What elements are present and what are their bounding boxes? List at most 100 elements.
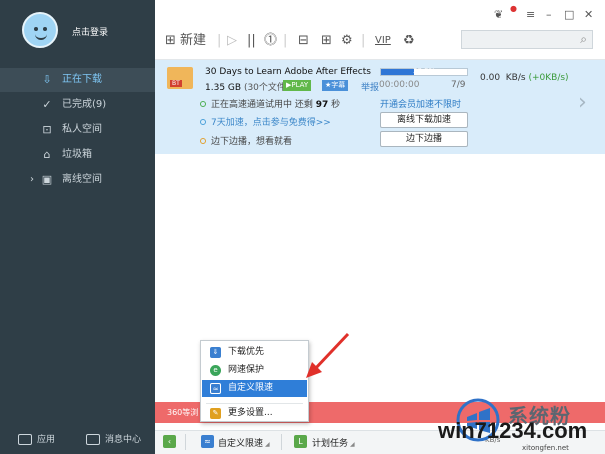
menu-item-label: 下载优先: [228, 347, 265, 357]
sidebar-item-private-space[interactable]: ⊡ 私人空间: [0, 118, 155, 142]
menu-item-label: 自定义限速: [228, 383, 274, 393]
shield-icon: e: [210, 365, 221, 376]
avatar-eye-icon: [34, 27, 38, 31]
schedule-task-button[interactable]: 计划任务 ◢: [312, 436, 355, 449]
trial-seconds: 97: [315, 100, 329, 110]
play-hint-text: 边下边播，想看就看: [211, 137, 293, 147]
play-while-download-button[interactable]: 边下边播: [380, 131, 468, 147]
sidebar-item-label: 已完成(9): [62, 99, 107, 110]
task-size: 1.35 GB (30个文件): [205, 80, 289, 93]
trial-text: 正在高速通道试用中 还剩: [211, 100, 316, 110]
status-divider: [185, 434, 186, 450]
limit-speed-icon: ≈: [201, 435, 214, 448]
limit-speed-icon: ≈: [210, 383, 221, 394]
report-link[interactable]: 举报: [361, 80, 379, 93]
vip-speedup-link[interactable]: 开通会员加速不限时: [380, 97, 461, 110]
search-icon[interactable]: ⌕: [580, 32, 587, 47]
menu-item-download-priority[interactable]: ⇓ 下载优先: [202, 344, 307, 361]
sidebar: 点击登录 ⇩ 正在下载 ✓ 已完成(9) ⊡ 私人空间 ⌂ 垃圾箱 › ▣ 离线…: [0, 0, 155, 454]
status-dot-icon: [200, 101, 206, 107]
new-task-label: 新建: [180, 33, 207, 48]
notice-text: 360等浏: [167, 408, 199, 417]
limit-speed-label: 自定义限速: [218, 439, 264, 449]
menu-item-label: 网速保护: [228, 365, 265, 375]
open-folder-icon[interactable]: ⊟: [298, 30, 309, 52]
search-input[interactable]: ⌕: [461, 30, 593, 49]
speed-boost: (+0KB/s): [528, 73, 569, 83]
message-icon: [86, 434, 100, 445]
menu-item-network-protect[interactable]: e 网速保护: [202, 362, 307, 379]
offline-speedup-button[interactable]: 离线下载加速: [380, 112, 468, 128]
collapse-icon[interactable]: ‹: [163, 435, 176, 448]
status-dot-icon: [200, 119, 206, 125]
download-task-row[interactable]: BT 30 Days to Learn Adobe After Effects …: [155, 60, 605, 154]
menu-icon[interactable]: ≡: [526, 8, 535, 21]
trash-icon: ⌂: [43, 148, 51, 161]
status-dot-icon: [200, 138, 206, 144]
avatar[interactable]: [22, 12, 58, 48]
schedule-task-label: 计划任务: [312, 439, 349, 449]
sidebar-item-offline-space[interactable]: › ▣ 离线空间: [0, 168, 155, 192]
sidebar-footer: 应用 消息中心: [0, 424, 155, 454]
pause-icon[interactable]: ||: [247, 30, 256, 52]
limit-speed-button[interactable]: 自定义限速 ◢: [218, 436, 270, 449]
toolbar-divider: |: [361, 33, 366, 48]
play-tag[interactable]: ▶PLAY: [283, 80, 312, 91]
watermark-net: xitongfen.net: [522, 444, 569, 452]
skin-icon[interactable]: ❦: [494, 8, 503, 21]
wrench-icon: ✎: [210, 408, 221, 419]
download-icon: ⇩: [42, 73, 52, 86]
minimize-icon[interactable]: –: [546, 8, 552, 21]
menu-item-custom-limit[interactable]: ≈ 自定义限速: [202, 380, 307, 397]
vip-button[interactable]: VIP: [375, 30, 391, 52]
elapsed-time: 00:00:00: [379, 80, 420, 90]
trial-unit: 秒: [328, 100, 341, 110]
annotation-arrow-icon: [306, 332, 350, 378]
login-link[interactable]: 点击登录: [72, 25, 108, 38]
sidebar-item-completed[interactable]: ✓ 已完成(9): [0, 93, 155, 117]
download-speed: 0.00 KB/s (+0KB/s): [480, 73, 569, 83]
close-icon[interactable]: ✕: [584, 8, 593, 21]
delete-icon[interactable]: ⓵: [264, 30, 277, 52]
new-task-button[interactable]: ⊞ 新建: [165, 30, 206, 52]
chevron-right-icon[interactable]: ›: [30, 168, 34, 192]
grid-view-icon[interactable]: ⊞: [321, 30, 332, 52]
progress-percent: 38.9%: [413, 67, 436, 75]
menu-divider: [206, 403, 303, 404]
check-circle-icon: ✓: [42, 98, 52, 111]
maximize-icon[interactable]: □: [564, 8, 574, 21]
apps-icon: [18, 434, 32, 445]
progress-fill: [381, 69, 415, 75]
trial-status: 正在高速通道试用中 还剩 97 秒: [200, 97, 340, 110]
promo-link[interactable]: 7天加速，点击参与免费得>>: [200, 115, 331, 128]
toolbar: ❦ ● ≡ – □ ✕ ⊞ 新建 | ▷ || ⓵ | ⊟ ⊞ ⚙ | VIP …: [155, 0, 605, 60]
task-size-value: 1.35 GB: [205, 83, 242, 93]
cloud-folder-icon: ▣: [41, 173, 53, 186]
promo-text: 7天加速，点击参与免费得>>: [211, 118, 331, 128]
watermark-url: win71234.com: [438, 418, 588, 443]
new-task-icon: ⊞: [165, 33, 176, 48]
sidebar-item-downloading[interactable]: ⇩ 正在下载: [0, 68, 155, 92]
message-center-label: 消息中心: [105, 435, 142, 445]
task-filename: 30 Days to Learn Adobe After Effects: [205, 67, 371, 77]
start-icon[interactable]: ▷: [227, 30, 237, 52]
status-divider: [281, 434, 282, 450]
toolbar-divider: |: [217, 33, 222, 48]
play-while-download-hint: 边下边播，想看就看: [200, 134, 292, 147]
lock-icon: ⊡: [42, 123, 52, 136]
caret-down-icon: ◢: [350, 441, 355, 448]
menu-item-more-settings[interactable]: ✎ 更多设置...: [202, 405, 307, 422]
message-center-button[interactable]: 消息中心: [86, 432, 141, 445]
piece-count: 7/9: [451, 80, 466, 90]
sidebar-item-trash[interactable]: ⌂ 垃圾箱: [0, 143, 155, 167]
gift-icon[interactable]: ♻: [403, 30, 415, 52]
apps-button[interactable]: 应用: [18, 432, 55, 445]
bt-file-icon: BT: [167, 67, 193, 89]
download-priority-icon: ⇓: [210, 347, 221, 358]
avatar-mouth-icon: [35, 34, 47, 40]
chevron-right-icon[interactable]: ›: [578, 90, 587, 115]
apps-label: 应用: [37, 435, 56, 445]
schedule-icon: L: [294, 435, 307, 448]
settings-icon[interactable]: ⚙: [341, 30, 353, 52]
subtitle-tag[interactable]: ★字幕: [322, 80, 349, 91]
